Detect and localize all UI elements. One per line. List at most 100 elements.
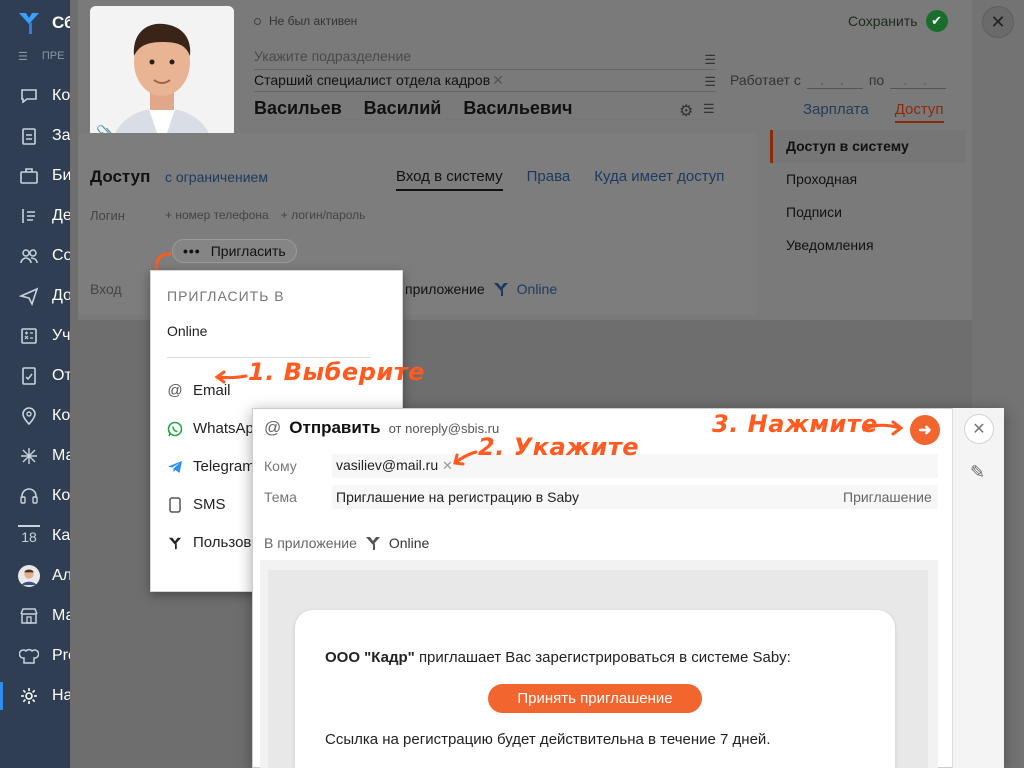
tab-salary[interactable]: Зарплата <box>803 101 869 123</box>
telegram-icon <box>167 459 183 475</box>
side-menu-item-checkpoint[interactable]: Проходная <box>770 163 966 196</box>
sidebar-item-reports[interactable]: От <box>0 356 70 396</box>
access-restriction-link[interactable]: с ограничением <box>165 169 268 185</box>
sidebar-item-label: Ма <box>52 447 70 464</box>
sidebar-item-presto[interactable]: Pro <box>0 636 70 676</box>
annotation-step1: 1. Выберите <box>248 358 425 386</box>
status-dot-icon <box>254 18 261 25</box>
dialog-header: @ Отправить от noreply@sbis.ru <box>264 418 499 438</box>
online-link[interactable]: Online <box>517 281 557 297</box>
sidebar-item-documents[interactable]: Де <box>0 196 70 236</box>
close-dialog-button[interactable]: ✕ <box>964 414 994 444</box>
recipient-email[interactable]: vasiliev@mail.ru <box>336 457 438 473</box>
tab-login[interactable]: Вход в систему <box>396 168 503 191</box>
send-icon <box>18 285 40 307</box>
dropdown-online[interactable]: Online <box>167 323 207 339</box>
sidebar-item-tasks[interactable]: За <box>0 116 70 156</box>
sidebar-title: Сб <box>52 13 70 32</box>
letter-note: Ссылка на регистрацию будет действительн… <box>325 731 771 748</box>
tab-access-areas[interactable]: Куда имеет доступ <box>594 168 724 191</box>
at-icon: @ <box>264 418 282 437</box>
gear-icon[interactable]: ⚙ <box>679 101 693 121</box>
option-label: Пользов <box>193 534 252 551</box>
briefcase-icon <box>18 165 40 187</box>
to-label: Кому <box>264 458 297 474</box>
sidebar-item-label: Де <box>52 207 70 224</box>
clear-position-icon[interactable]: ✕ <box>492 72 504 88</box>
invite-email-option[interactable]: @ Email <box>167 382 231 399</box>
works-from-label: Работает с <box>730 72 801 88</box>
save-label: Сохранить <box>848 13 918 29</box>
sidebar-item-counterparties[interactable]: Ко <box>0 396 70 436</box>
subject-label: Тема <box>264 489 297 505</box>
sidebar-item-store[interactable]: Ма <box>0 596 70 636</box>
sidebar-item-accounting[interactable]: Уч <box>0 316 70 356</box>
sparkle-icon <box>18 445 40 467</box>
date-to-input[interactable]: . . <box>890 72 947 89</box>
position-text: Старший специалист отдела кадров <box>254 72 491 88</box>
side-menu-item-notifications[interactable]: Уведомления <box>770 229 966 262</box>
pencil-icon[interactable]: ✎ <box>970 462 985 483</box>
list-icon[interactable]: ☰ <box>704 52 716 68</box>
in-app-label: В приложение <box>264 535 357 551</box>
sidebar-item-settings[interactable]: На <box>0 676 70 716</box>
option-label: Telegram <box>193 458 255 475</box>
department-field[interactable]: Укажите подразделение ☰ <box>254 48 716 70</box>
activity-status: Не был активен <box>254 14 357 28</box>
subject-value[interactable]: Приглашение на регистрацию в Saby <box>336 489 579 505</box>
sidebar-item-contact-center[interactable]: Ко <box>0 476 70 516</box>
annotation-step3: 3. Нажмите <box>712 410 878 438</box>
sidebar-item-label: Ка <box>52 527 70 544</box>
saby-logo-icon[interactable] <box>16 10 42 36</box>
send-button[interactable]: ➜ <box>910 415 940 445</box>
tab-rights[interactable]: Права <box>527 168 571 191</box>
documents-icon <box>18 205 40 227</box>
accept-invitation-button[interactable]: Принять приглашение <box>488 684 702 713</box>
tab-access[interactable]: Доступ <box>894 101 944 123</box>
gear-icon <box>18 685 40 707</box>
invite-sms-option[interactable]: SMS <box>167 496 226 513</box>
check-icon: ✔ <box>925 10 948 32</box>
invite-button[interactable]: ••• Пригласить <box>172 239 297 263</box>
works-to-label: по <box>868 72 885 88</box>
position-value: Старший специалист отдела кадров ✕ <box>254 72 504 89</box>
date-from-input[interactable]: . . <box>806 72 863 89</box>
sidebar-item-business[interactable]: Би <box>0 156 70 196</box>
chat-icon <box>18 85 40 107</box>
sidebar-item-label: Би <box>52 167 70 184</box>
saby-logo-icon <box>167 536 183 550</box>
add-phone-link[interactable]: + номер телефона <box>165 208 269 222</box>
add-login-link[interactable]: + логин/пароль <box>281 208 366 222</box>
letter-text: ООО "Кадр" приглашает Вас зарегистрирова… <box>325 649 791 666</box>
in-app-online: Online <box>388 535 430 551</box>
sidebar-item-marketing[interactable]: Ма <box>0 436 70 476</box>
close-card-button[interactable]: ✕ <box>982 6 1014 38</box>
in-app-link[interactable]: В приложение Online <box>264 535 429 551</box>
name-underline <box>254 98 716 120</box>
status-text: Не был активен <box>269 14 358 28</box>
save-button[interactable]: Сохранить ✔ <box>848 10 948 32</box>
sidebar-item-calendar[interactable]: 18 Ка <box>0 516 70 556</box>
invite-user-option[interactable]: Пользов <box>167 534 251 551</box>
invite-whatsapp-option[interactable]: WhatsApp <box>167 420 262 437</box>
sidebar-item-docflow[interactable]: До <box>0 276 70 316</box>
sidebar-item-user[interactable]: Ал <box>0 556 70 596</box>
menu-icon[interactable]: ☰ <box>18 50 28 63</box>
sidebar-item-staff[interactable]: Со <box>0 236 70 276</box>
tasks-icon <box>18 125 40 147</box>
list-icon[interactable]: ☰ <box>703 101 715 117</box>
option-label: Email <box>193 382 231 399</box>
employment-period: Работает с . . по . . <box>730 72 947 89</box>
location-icon <box>18 405 40 427</box>
access-title: Доступ <box>90 167 151 186</box>
side-menu-item-system-access[interactable]: Доступ в систему <box>770 130 966 163</box>
sidebar-item-contacts[interactable]: Ко <box>0 76 70 116</box>
sidebar-item-label: От <box>52 367 70 384</box>
list-icon[interactable]: ☰ <box>704 74 716 90</box>
side-menu-item-signatures[interactable]: Подписи <box>770 196 966 229</box>
more-icon: ••• <box>183 243 201 259</box>
login-label: Логин <box>90 208 125 223</box>
sidebar-item-label: Со <box>52 247 70 264</box>
invite-telegram-option[interactable]: Telegram <box>167 458 255 475</box>
sidebar-item-label: На <box>52 687 70 704</box>
